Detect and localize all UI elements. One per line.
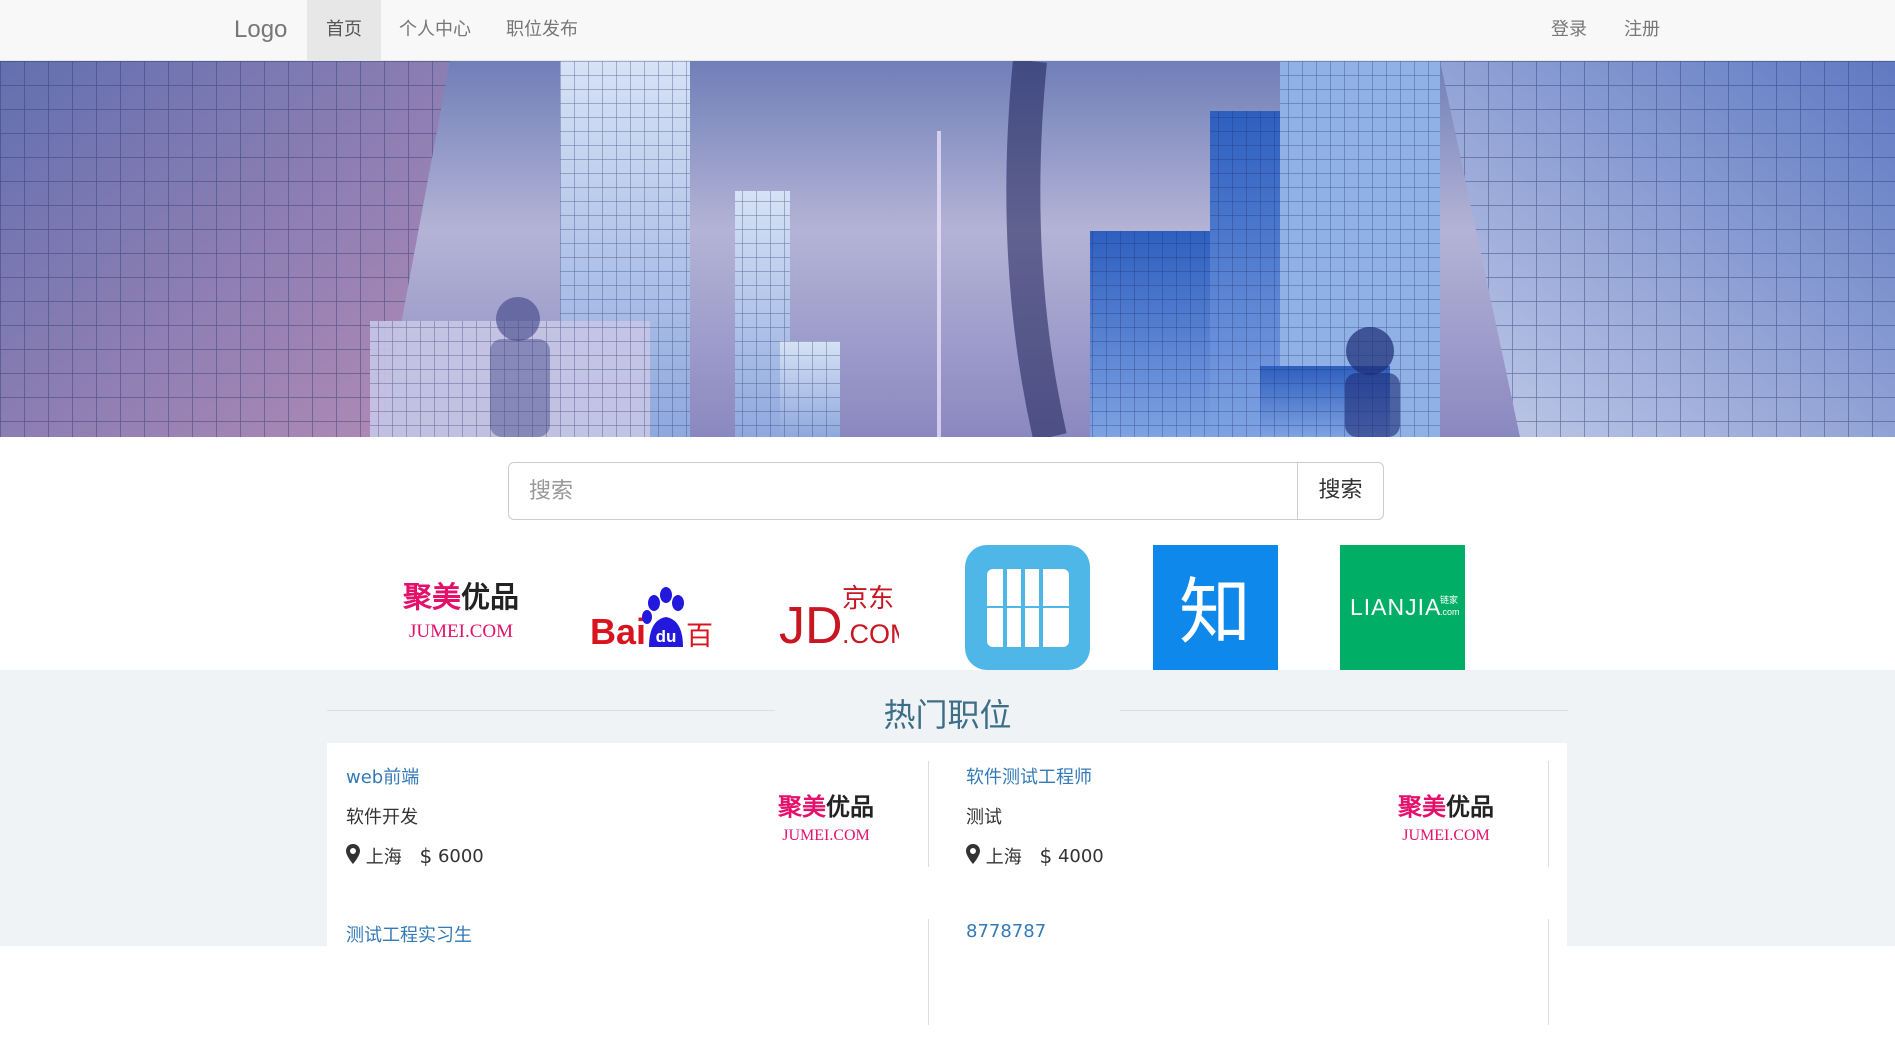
brand-logo[interactable]: Logo — [234, 0, 287, 61]
svg-text:JUMEI.COM: JUMEI.COM — [782, 827, 870, 844]
svg-text:聚美优品: 聚美优品 — [402, 580, 519, 614]
company-logo-baidu[interactable]: Bai du 百度 — [587, 545, 712, 670]
job-card[interactable]: 测试工程实习生 — [327, 901, 929, 1041]
job-meta: 上海 $ 4000 — [966, 843, 1104, 869]
job-title[interactable]: web前端 — [346, 763, 419, 789]
lianjia-logo-icon: LIANJIA 链家 .com — [1350, 594, 1460, 620]
hero-cityscape-image — [0, 61, 1895, 437]
job-divider — [928, 919, 929, 1025]
job-divider — [1548, 919, 1549, 1025]
nav-post-job-label: 职位发布 — [506, 19, 578, 40]
jumei-logo-icon: 聚美优品 JUMEI.COM — [777, 793, 874, 844]
search-input[interactable] — [508, 462, 1298, 520]
svg-text:.com: .com — [1440, 607, 1460, 617]
hero-carousel[interactable] — [0, 61, 1895, 437]
company-logo-lianjia[interactable]: LIANJIA 链家 .com — [1340, 545, 1465, 670]
company-logo-jd[interactable]: JD 京东 .COM — [774, 545, 899, 670]
job-card[interactable]: 8778787 — [947, 901, 1549, 1041]
job-category: 软件开发 — [346, 807, 418, 828]
svg-text:JD: JD — [779, 597, 843, 655]
company-logo-app[interactable] — [965, 545, 1090, 670]
nav-login-label: 登录 — [1551, 19, 1587, 40]
company-logo-zhihu[interactable]: 知 — [1153, 545, 1278, 670]
baidu-paw-icon: Bai du 百度 — [590, 587, 712, 652]
dollar-icon: $ — [419, 844, 433, 868]
nav-personal-center-label: 个人中心 — [399, 19, 471, 40]
nav-personal-center[interactable]: 个人中心 — [380, 0, 490, 61]
svg-text:Bai: Bai — [590, 611, 646, 652]
svg-text:百度: 百度 — [686, 621, 712, 652]
svg-text:JUMEI.COM: JUMEI.COM — [1402, 827, 1490, 844]
job-salary: 4000 — [1057, 845, 1104, 867]
job-list: web前端 软件开发 上海 $ 6000 聚美优品 JUMEI.COM 软件测试… — [327, 743, 1567, 1025]
search-button[interactable]: 搜索 — [1297, 462, 1384, 520]
job-meta: 上海 $ 6000 — [346, 843, 484, 869]
job-divider — [1548, 761, 1549, 867]
location-pin-icon — [346, 843, 360, 869]
location-pin-icon — [966, 843, 980, 869]
nav-login[interactable]: 登录 — [1532, 0, 1606, 61]
nav-register[interactable]: 注册 — [1605, 0, 1679, 61]
job-card[interactable]: web前端 软件开发 上海 $ 6000 聚美优品 JUMEI.COM — [327, 743, 929, 883]
job-company-logo-jumei: 聚美优品 JUMEI.COM — [776, 781, 876, 851]
navbar: Logo 首页 个人中心 职位发布 登录 注册 — [0, 0, 1895, 61]
nav-post-job[interactable]: 职位发布 — [487, 0, 597, 61]
job-city: 上海 — [365, 847, 402, 868]
search-bar: 搜索 — [508, 462, 1384, 520]
jd-logo-icon: JD 京东 .COM — [779, 584, 899, 655]
job-divider — [928, 761, 929, 867]
job-card[interactable]: 软件测试工程师 测试 上海 $ 4000 聚美优品 JUMEI.COM — [947, 743, 1549, 883]
job-category: 测试 — [966, 807, 1002, 828]
svg-text:聚美优品: 聚美优品 — [1397, 793, 1494, 821]
nav-home-label: 首页 — [326, 19, 362, 40]
svg-text:du: du — [656, 627, 677, 646]
job-salary: 6000 — [437, 845, 484, 867]
job-title[interactable]: 测试工程实习生 — [346, 921, 472, 947]
svg-text:链家: 链家 — [1440, 594, 1458, 606]
job-title[interactable]: 软件测试工程师 — [966, 763, 1092, 789]
svg-text:JUMEI.COM: JUMEI.COM — [409, 621, 513, 642]
svg-text:知: 知 — [1179, 570, 1251, 654]
svg-text:LIANJIA: LIANJIA — [1350, 594, 1441, 620]
company-logos: 聚美优品 JUMEI.COM Bai du 百度 JD 京东 .COM — [0, 545, 1895, 670]
app-cards-icon — [987, 569, 1069, 647]
company-logo-jumei[interactable]: 聚美优品 JUMEI.COM — [399, 545, 524, 670]
zhihu-logo-icon: 知 — [1179, 570, 1251, 654]
dollar-icon: $ — [1039, 844, 1053, 868]
jumei-logo-icon: 聚美优品 JUMEI.COM — [402, 580, 519, 642]
svg-text:.COM: .COM — [842, 619, 899, 649]
hot-jobs-title: 热门职位 — [883, 696, 1012, 734]
job-title[interactable]: 8778787 — [966, 921, 1046, 942]
nav-register-label: 注册 — [1624, 19, 1660, 40]
svg-text:聚美优品: 聚美优品 — [777, 793, 874, 821]
nav-home[interactable]: 首页 — [307, 0, 381, 61]
jumei-logo-icon: 聚美优品 JUMEI.COM — [1397, 793, 1494, 844]
job-city: 上海 — [985, 847, 1022, 868]
svg-text:京东: 京东 — [842, 584, 894, 614]
job-company-logo-jumei: 聚美优品 JUMEI.COM — [1396, 781, 1496, 851]
